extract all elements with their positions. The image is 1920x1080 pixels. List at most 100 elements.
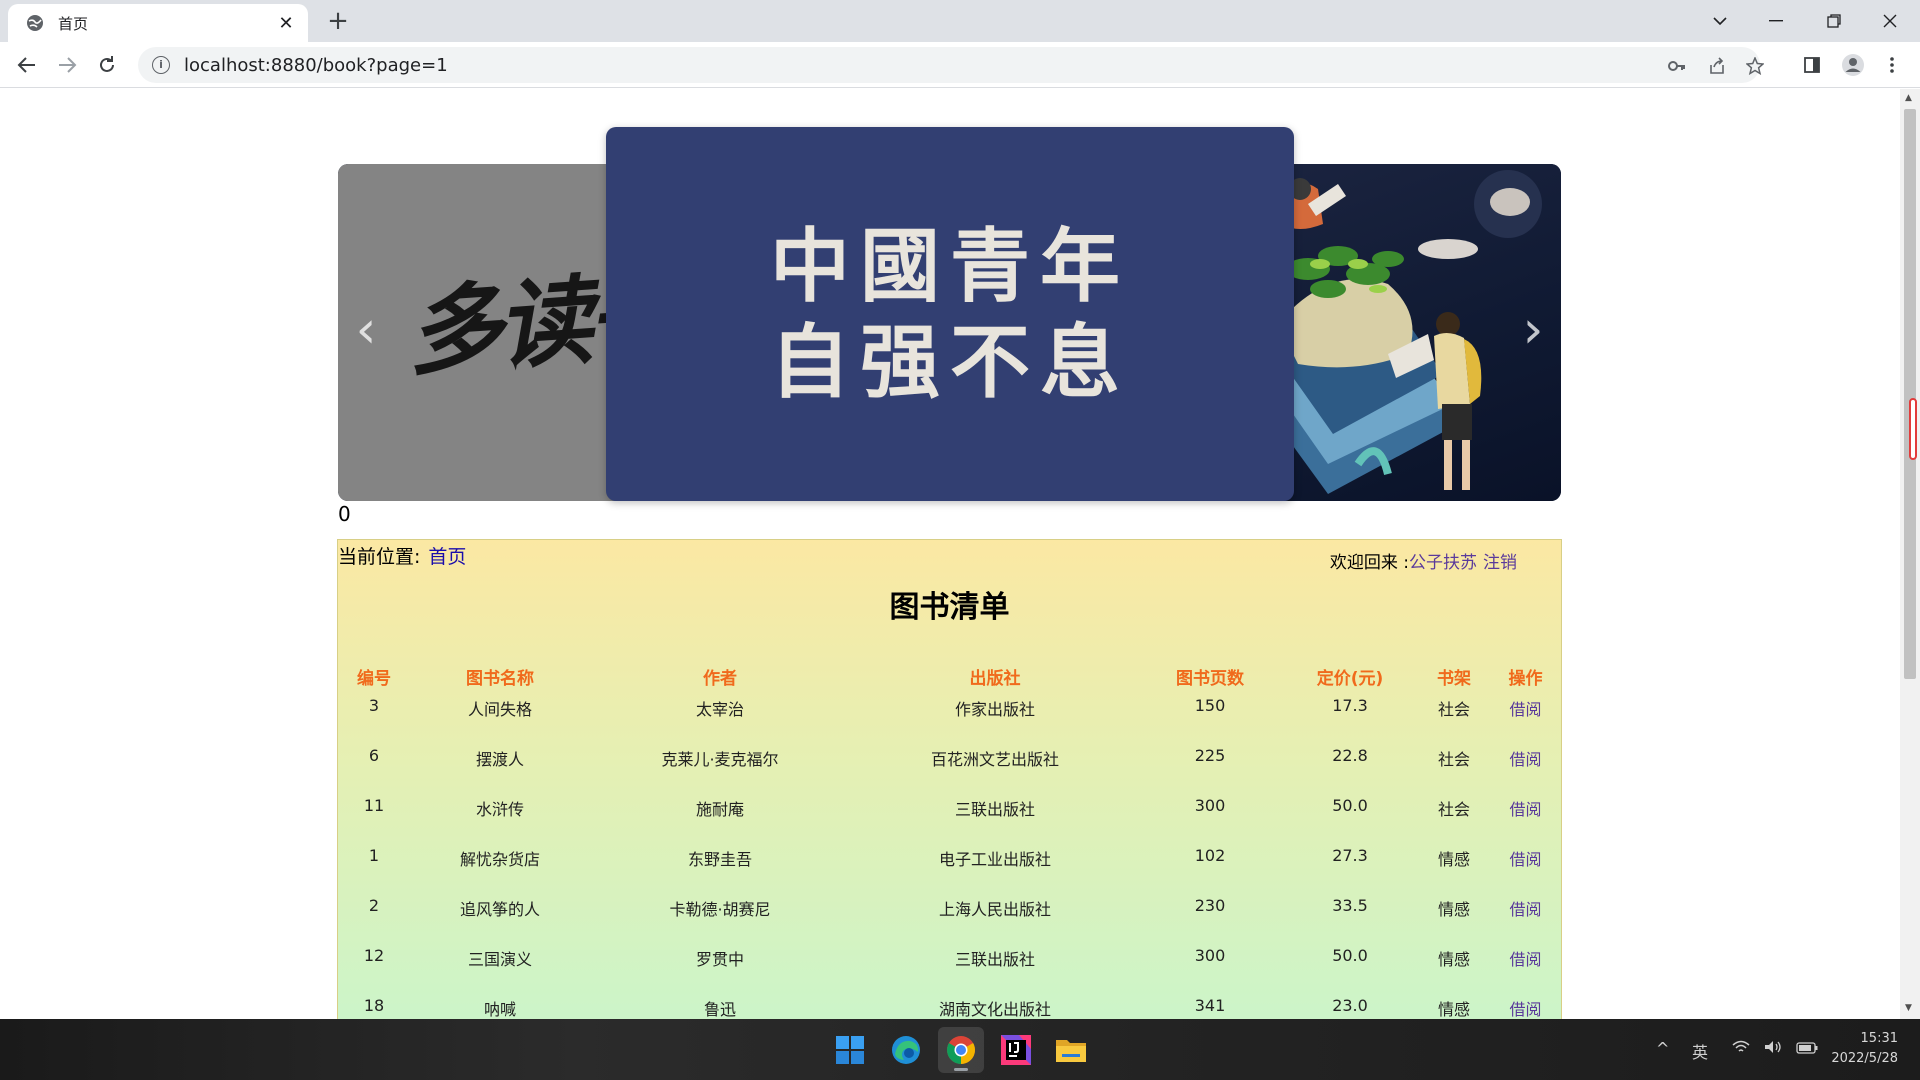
cell-publisher: 三联出版社 [954,800,1035,819]
cell-shelf: 情感 [1437,950,1470,969]
address-bar[interactable]: i localhost:8880/book?page=1 [138,47,1764,83]
close-tab-icon[interactable]: ✕ [276,13,296,34]
cell-title: 三国演义 [467,950,532,969]
input-method-indicator[interactable]: 英 [1692,1039,1708,1063]
breadcrumb-label: 当前位置: [338,546,421,568]
close-window-button[interactable] [1862,0,1918,42]
cell-title: 解忧杂货店 [459,850,540,869]
cell-author: 卡勒德·胡赛尼 [669,900,771,919]
table-row: 3 人间失格 太宰治 作家出版社 150 17.3 社会 借阅 [338,694,1563,744]
scroll-up-arrow-icon[interactable]: ▲ [1905,93,1912,103]
file-explorer-icon[interactable] [1048,1027,1094,1073]
cell-publisher: 作家出版社 [954,700,1035,719]
browser-tab[interactable]: 首页 ✕ [8,4,308,42]
tab-search-chevron-icon[interactable] [1692,0,1748,42]
cell-price: 27.3 [1332,846,1368,865]
scrollbar-thumb[interactable] [1904,109,1916,679]
cell-pages: 150 [1194,696,1226,715]
cell-author: 罗贯中 [695,950,744,969]
cell-shelf: 情感 [1437,850,1470,869]
cell-title: 水浒传 [475,800,524,819]
table-row: 2 追风筝的人 卡勒德·胡赛尼 上海人民出版社 230 33.5 情感 借阅 [338,894,1563,944]
restore-button[interactable] [1806,0,1862,42]
forward-arrow-icon[interactable] [52,50,82,80]
page-viewport: 多读书 ‹ › 中國青年 自强不息 0 当前位置: 首页 欢迎回来:公子扶苏 … [0,89,1900,1019]
system-clock[interactable]: 15:31 2022/5/28 [1831,1029,1898,1069]
cell-author: 东野圭吾 [687,850,752,869]
more-menu-icon[interactable] [1877,50,1907,80]
carousel-next-arrow[interactable]: › [1513,304,1553,360]
scroll-down-arrow-icon[interactable]: ▼ [1905,1003,1912,1013]
borrow-link[interactable]: 借阅 [1488,744,1563,794]
header-title: 图书名称 [466,668,534,689]
edge-browser-icon[interactable] [883,1027,929,1073]
carousel-prev-arrow[interactable]: ‹ [346,304,386,360]
volume-icon[interactable] [1764,1039,1782,1058]
cell-author: 克莱儿·麦克福尔 [661,750,779,769]
browser-toolbar: i localhost:8880/book?page=1 [0,42,1920,88]
page-title: 图书清单 [889,590,1010,625]
cell-price: 17.3 [1332,696,1368,715]
cell-title: 人间失格 [467,700,532,719]
cell-title: 摆渡人 [475,750,524,769]
welcome-prefix: 欢迎回来 : [1329,553,1409,573]
header-id: 编号 [357,668,391,689]
cell-author: 施耐庵 [695,800,744,819]
bookmark-star-icon[interactable] [1744,55,1766,77]
borrow-link[interactable]: 借阅 [1488,844,1563,894]
cell-publisher: 湖南文化出版社 [938,1000,1051,1019]
username-link[interactable]: 公子扶苏 [1409,553,1477,573]
share-icon[interactable] [1706,55,1728,77]
borrow-link[interactable]: 借阅 [1488,794,1563,844]
chrome-browser-icon[interactable] [938,1027,984,1073]
cell-shelf: 社会 [1437,750,1470,769]
breadcrumb: 当前位置: 首页 [338,542,466,569]
borrow-link[interactable]: 借阅 [1488,994,1563,1019]
reload-icon[interactable] [92,50,122,80]
book-table: 编号 图书名称 作者 出版社 图书页数 定价(元) 书架 操作 3 人间失格 太… [338,658,1563,1020]
wifi-icon[interactable] [1732,1039,1750,1058]
side-panel-icon[interactable] [1797,50,1827,80]
cell-id: 2 [368,896,380,915]
clock-time: 15:31 [1860,1031,1898,1046]
breadcrumb-home-link[interactable]: 首页 [428,546,466,568]
header-author: 作者 [703,668,737,689]
cell-pages: 341 [1194,996,1226,1015]
scroll-position-marker [1909,398,1917,460]
cell-pages: 300 [1194,946,1226,965]
slogan-line-2: 自强不息 [770,315,1130,409]
borrow-link[interactable]: 借阅 [1488,894,1563,944]
borrow-link[interactable]: 借阅 [1488,694,1563,744]
new-tab-button[interactable]: + [324,8,352,36]
cell-id: 18 [363,996,385,1015]
intellij-idea-icon[interactable] [993,1027,1039,1073]
cell-publisher: 电子工业出版社 [938,850,1051,869]
battery-icon[interactable] [1796,1039,1818,1058]
borrow-link[interactable]: 借阅 [1488,944,1563,994]
key-icon[interactable] [1666,55,1688,77]
windows-taskbar: ^ 英 15:31 2022/5/28 [0,1019,1920,1080]
carousel-counter: 0 [338,502,351,526]
url-text[interactable]: localhost:8880/book?page=1 [184,55,448,76]
minimize-button[interactable] [1748,0,1804,42]
header-action: 操作 [1508,668,1543,689]
show-hidden-icons-chevron-icon[interactable]: ^ [1656,1039,1669,1058]
cell-author: 太宰治 [695,700,744,719]
cell-title: 呐喊 [483,1000,516,1019]
cell-publisher: 三联出版社 [954,950,1035,969]
cell-pages: 300 [1194,796,1226,815]
table-header-row: 编号 图书名称 作者 出版社 图书页数 定价(元) 书架 操作 [338,658,1563,694]
start-windows-icon[interactable] [827,1027,873,1073]
cell-shelf: 社会 [1437,800,1470,819]
cell-id: 1 [368,846,380,865]
back-arrow-icon[interactable] [12,50,42,80]
cell-author: 鲁迅 [703,1000,736,1019]
site-info-icon[interactable]: i [152,56,170,74]
profile-avatar-icon[interactable] [1838,50,1868,80]
page-scrollbar[interactable]: ▲ ▼ [1900,89,1920,1019]
cell-price: 50.0 [1332,946,1368,965]
cell-id: 3 [368,696,380,715]
cell-pages: 102 [1194,846,1226,865]
cell-price: 33.5 [1332,896,1368,915]
logout-link[interactable]: 注销 [1483,553,1517,573]
